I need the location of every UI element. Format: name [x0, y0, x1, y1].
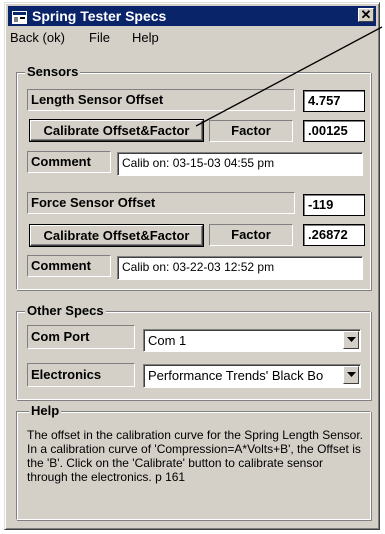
chevron-down-icon [347, 372, 356, 377]
electronics-label: Electronics [27, 363, 135, 387]
menu-file[interactable]: File [89, 28, 110, 48]
help-text: The offset in the calibration curve for … [27, 428, 363, 484]
com-port-value: Com 1 [148, 333, 187, 348]
app-icon [12, 9, 27, 24]
close-icon: ✕ [360, 7, 372, 22]
close-button[interactable]: ✕ [358, 8, 374, 22]
title-bar[interactable]: Spring Tester Specs ✕ [8, 6, 376, 26]
com-port-label: Com Port [27, 325, 135, 349]
help-group: The offset in the calibration curve for … [16, 411, 371, 520]
help-legend: Help [29, 403, 62, 418]
force-offset-value[interactable]: -119 [303, 194, 365, 216]
com-port-select[interactable]: Com 1 [143, 329, 361, 352]
length-comment-label: Comment [27, 151, 111, 173]
force-comment-field[interactable]: Calib on: 03-22-03 12:52 pm [117, 256, 363, 280]
window-title: Spring Tester Specs [32, 8, 167, 24]
length-offset-value[interactable]: 4.757 [303, 90, 365, 112]
menu-bar: Back (ok) File Help [8, 28, 376, 48]
chevron-down-icon [347, 337, 356, 342]
length-factor-label: Factor [209, 120, 293, 142]
sensors-legend: Sensors [25, 64, 81, 79]
force-sensor-offset-label: Force Sensor Offset [27, 192, 295, 214]
calibrate-length-button[interactable]: Calibrate Offset&Factor [30, 120, 203, 141]
com-port-dropdown-button[interactable] [343, 331, 359, 349]
menu-help[interactable]: Help [132, 28, 159, 48]
other-specs-legend: Other Specs [25, 303, 106, 318]
electronics-dropdown-button[interactable] [343, 366, 359, 384]
menu-back-ok[interactable]: Back (ok) [10, 28, 65, 48]
electronics-value: Performance Trends' Black Bo [148, 368, 324, 383]
length-comment-field[interactable]: Calib on: 03-15-03 04:55 pm [117, 152, 363, 176]
calibrate-force-button[interactable]: Calibrate Offset&Factor [30, 225, 203, 246]
spring-tester-specs-window: Spring Tester Specs ✕ Back (ok) File Hel… [4, 2, 380, 530]
force-factor-label: Factor [209, 224, 293, 246]
force-factor-value[interactable]: .26872 [303, 224, 365, 246]
length-factor-value[interactable]: .00125 [303, 120, 365, 142]
electronics-select[interactable]: Performance Trends' Black Bo [143, 364, 361, 388]
length-sensor-offset-label: Length Sensor Offset [27, 89, 295, 111]
force-comment-label: Comment [27, 255, 111, 277]
